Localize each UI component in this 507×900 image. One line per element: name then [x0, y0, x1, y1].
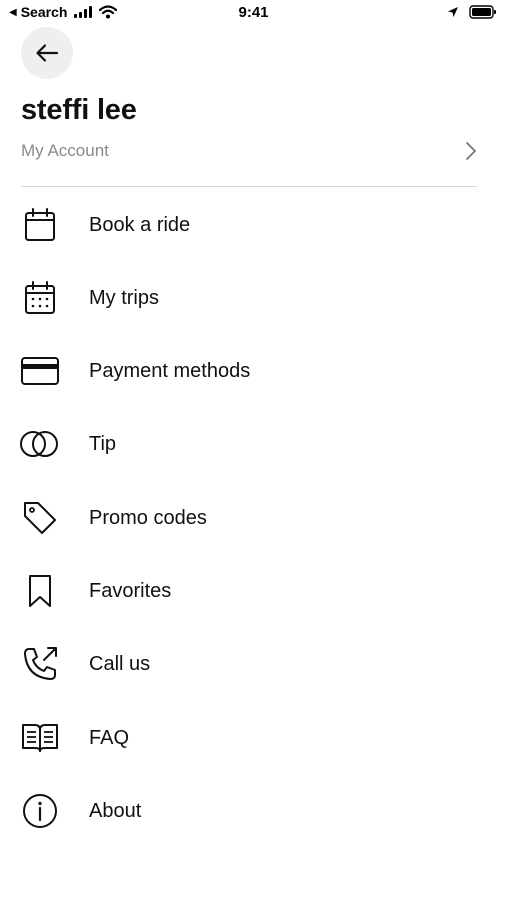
- credit-card-icon: [18, 349, 62, 393]
- menu-item-label: About: [89, 799, 142, 822]
- menu-item-favorites[interactable]: Favorites: [0, 561, 507, 621]
- menu-item-book-a-ride[interactable]: Book a ride: [0, 195, 507, 255]
- phone-outgoing-icon: [18, 642, 62, 686]
- arrow-left-icon: [35, 43, 59, 63]
- menu-item-label: Favorites: [89, 579, 172, 602]
- book-open-icon: [18, 716, 62, 760]
- menu-item-my-trips[interactable]: My trips: [0, 268, 507, 328]
- menu-item-label: My trips: [89, 286, 159, 309]
- tip-circles-icon: [18, 422, 62, 466]
- menu-item-promo-codes[interactable]: Promo codes: [0, 488, 507, 548]
- battery-icon: [469, 5, 497, 19]
- menu-item-faq[interactable]: FAQ: [0, 708, 507, 768]
- back-button[interactable]: [21, 27, 73, 79]
- menu-item-label: Promo codes: [89, 506, 207, 529]
- status-time: 9:41: [238, 4, 269, 21]
- menu-item-label: Payment methods: [89, 359, 251, 382]
- user-name: steffi lee: [21, 94, 137, 126]
- my-account-link[interactable]: My Account: [21, 135, 477, 167]
- menu-item-tip[interactable]: Tip: [0, 414, 507, 474]
- divider: [21, 186, 477, 187]
- tag-icon: [18, 496, 62, 540]
- bookmark-icon: [18, 569, 62, 613]
- menu-item-label: Tip: [89, 432, 117, 455]
- menu-item-label: Call us: [89, 652, 151, 675]
- location-arrow-icon: [447, 6, 459, 18]
- menu-item-call-us[interactable]: Call us: [0, 634, 507, 694]
- calendar-icon: [18, 203, 62, 247]
- my-account-label: My Account: [21, 141, 109, 160]
- info-circle-icon: [18, 789, 62, 833]
- calendar-dots-icon: [18, 276, 62, 320]
- menu-item-payment-methods[interactable]: Payment methods: [0, 341, 507, 401]
- chevron-right-icon: [465, 141, 477, 161]
- menu-item-label: Book a ride: [89, 213, 191, 236]
- menu-item-label: FAQ: [89, 726, 130, 749]
- status-bar: ◀ Search 9:41: [0, 0, 507, 28]
- menu-item-about[interactable]: About: [0, 781, 507, 841]
